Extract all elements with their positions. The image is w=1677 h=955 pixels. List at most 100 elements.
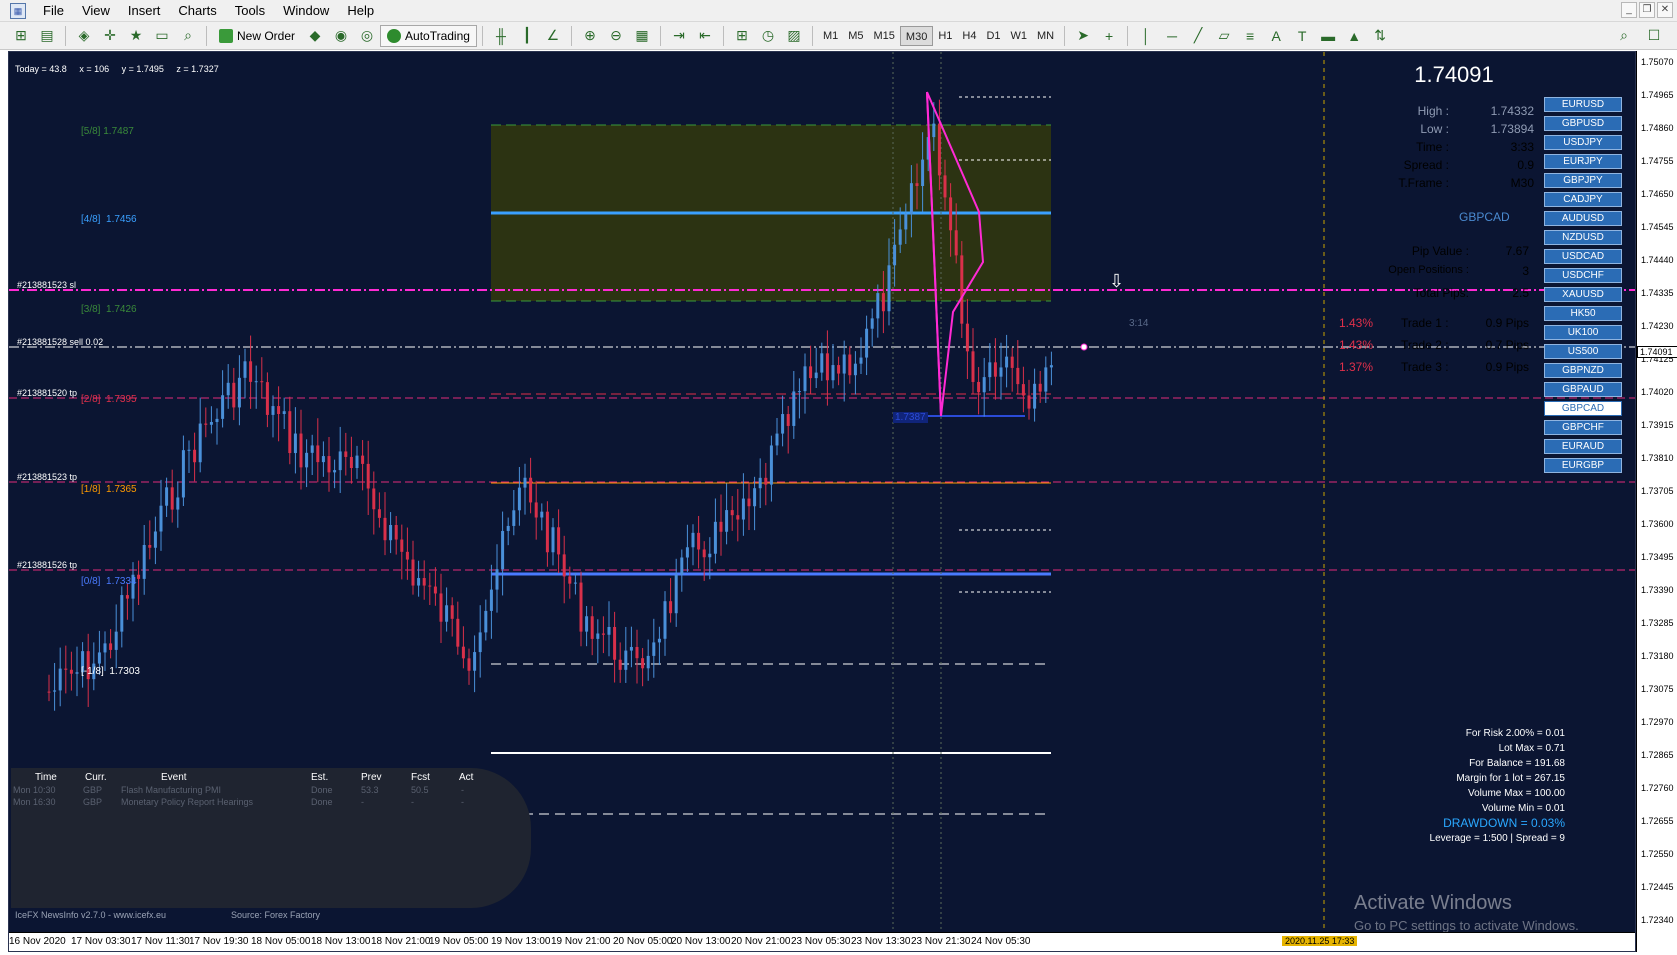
market-watch-icon[interactable]: ◈	[73, 25, 95, 47]
new-order-button[interactable]: New Order	[212, 25, 302, 47]
menu-insert[interactable]: Insert	[119, 1, 170, 21]
candle-body	[753, 488, 757, 507]
indicators-icon[interactable]: ⊞	[731, 25, 753, 47]
crosshair-icon[interactable]: +	[1098, 25, 1120, 47]
symbol-button-eurgbp[interactable]: EURGBP	[1544, 458, 1622, 473]
candle-body	[321, 456, 325, 463]
channel-icon[interactable]: ▱	[1213, 25, 1235, 47]
rectangle-icon[interactable]: ▬	[1317, 25, 1339, 47]
symbol-button-gbpusd[interactable]: GBPUSD	[1544, 116, 1622, 131]
chat-icon[interactable]: ☐	[1643, 25, 1665, 47]
symbol-button-nzdusd[interactable]: NZDUSD	[1544, 230, 1622, 245]
line-chart-icon[interactable]: ∠	[542, 25, 564, 47]
menu-file[interactable]: File	[34, 1, 73, 21]
candle-body	[859, 357, 863, 364]
tf-h1[interactable]: H1	[933, 26, 957, 46]
minimize-icon[interactable]: _	[1621, 2, 1637, 18]
menu-view[interactable]: View	[73, 1, 119, 21]
meta-editor-icon[interactable]: ◆	[304, 25, 326, 47]
symbol-button-gbpjpy[interactable]: GBPJPY	[1544, 173, 1622, 188]
menu-charts[interactable]: Charts	[169, 1, 225, 21]
news-footer-left[interactable]: IceFX NewsInfo v2.7.0 - www.icefx.eu	[15, 910, 166, 920]
triangle-icon[interactable]: ▲	[1343, 25, 1365, 47]
tf-d1[interactable]: D1	[981, 26, 1005, 46]
price-tick-label: 1.74230	[1641, 321, 1674, 331]
signals-icon[interactable]: ◉	[330, 25, 352, 47]
tf-w1[interactable]: W1	[1006, 26, 1033, 46]
symbol-button-gbpnzd[interactable]: GBPNZD	[1544, 363, 1622, 378]
tf-m5[interactable]: M5	[843, 26, 868, 46]
search-icon[interactable]: ⌕	[1613, 25, 1635, 47]
symbol-button-gbpcad[interactable]: GBPCAD	[1544, 401, 1622, 416]
tile-windows-icon[interactable]: ▦	[631, 25, 653, 47]
tf-m30[interactable]: M30	[899, 25, 934, 46]
symbol-button-audusd[interactable]: AUDUSD	[1544, 211, 1622, 226]
refresh-icon[interactable]: ◎	[356, 25, 378, 47]
symbol-button-usdchf[interactable]: USDCHF	[1544, 268, 1622, 283]
text-label-icon[interactable]: T	[1291, 25, 1313, 47]
symbol-button-usdjpy[interactable]: USDJPY	[1544, 135, 1622, 150]
order-tag-tp-2[interactable]: #213881523 tp	[17, 472, 77, 482]
symbol-button-uk100[interactable]: UK100	[1544, 325, 1622, 340]
tf-h4[interactable]: H4	[957, 26, 981, 46]
profiles-icon[interactable]: ▤	[36, 25, 58, 47]
news-col-prev: Prev	[361, 772, 382, 783]
zoom-out-icon[interactable]: ⊖	[605, 25, 627, 47]
symbol-button-hk50[interactable]: HK50	[1544, 306, 1622, 321]
order-tag-tp-1[interactable]: #213881520 tp	[17, 388, 77, 398]
menu-window[interactable]: Window	[274, 1, 338, 21]
symbol-button-euraud[interactable]: EURAUD	[1544, 439, 1622, 454]
autotrading-button[interactable]: AutoTrading	[380, 24, 477, 47]
candle-body	[691, 532, 695, 548]
zoom-in-icon[interactable]: ⊕	[579, 25, 601, 47]
candle-body	[876, 293, 880, 319]
candle-body	[551, 527, 555, 553]
tf-m1[interactable]: M1	[818, 26, 843, 46]
templates-icon[interactable]: ▨	[783, 25, 805, 47]
candlestick-icon[interactable]: ┃	[516, 25, 538, 47]
symbol-button-gbpchf[interactable]: GBPCHF	[1544, 420, 1622, 435]
order-tag-tp-3[interactable]: #213881526 tp	[17, 560, 77, 570]
order-tag-sell[interactable]: #213881528 sell 0.02	[17, 337, 103, 347]
strategy-tester-icon[interactable]: ⌕	[177, 25, 199, 47]
candle-body	[170, 487, 174, 510]
vertical-line-icon[interactable]: │	[1135, 25, 1157, 47]
text-icon[interactable]: A	[1265, 25, 1287, 47]
terminal-icon[interactable]: ▭	[151, 25, 173, 47]
symbol-button-eurusd[interactable]: EURUSD	[1544, 97, 1622, 112]
symbol-button-usdcad[interactable]: USDCAD	[1544, 249, 1622, 264]
order-tag-sl[interactable]: #213881523 sl	[17, 280, 76, 290]
cursor-icon[interactable]: ➤	[1072, 25, 1094, 47]
periods-icon[interactable]: ◷	[757, 25, 779, 47]
candle-body	[663, 601, 667, 639]
candle-body	[232, 382, 236, 408]
navigator-icon[interactable]: ★	[125, 25, 147, 47]
symbol-button-eurjpy[interactable]: EURJPY	[1544, 154, 1622, 169]
trendline-icon[interactable]: ╱	[1187, 25, 1209, 47]
toolbar-separator	[1064, 25, 1066, 46]
candle-body	[501, 530, 505, 570]
time-tick-label: 18 Nov 13:00	[311, 936, 371, 947]
menu-tools[interactable]: Tools	[226, 1, 274, 21]
restore-icon[interactable]: ❐	[1639, 2, 1655, 18]
chart-shift-icon[interactable]: ⇤	[694, 25, 716, 47]
candle-body	[422, 578, 426, 586]
bar-chart-icon[interactable]: ╫	[490, 25, 512, 47]
symbol-button-us500[interactable]: US500	[1544, 344, 1622, 359]
symbol-button-gbpaud[interactable]: GBPAUD	[1544, 382, 1622, 397]
symbol-button-cadjpy[interactable]: CADJPY	[1544, 192, 1622, 207]
risk-info: For Risk 2.00% = 0.01	[1465, 728, 1565, 739]
data-window-icon[interactable]: ✛	[99, 25, 121, 47]
tf-mn[interactable]: MN	[1032, 26, 1059, 46]
price-chart[interactable]: Today = 43.8 x = 106 y = 1.7495 z = 1.73…	[8, 51, 1636, 952]
horizontal-line-icon[interactable]: ─	[1161, 25, 1183, 47]
auto-scroll-icon[interactable]: ⇥	[668, 25, 690, 47]
price-axis[interactable]: 1.75070 1.74965 1.74860 1.74755 1.74650 1.745…	[1636, 51, 1677, 952]
tf-m15[interactable]: M15	[869, 26, 900, 46]
arrows-icon[interactable]: ⇅	[1369, 25, 1391, 47]
symbol-button-xauusd[interactable]: XAUUSD	[1544, 287, 1622, 302]
new-chart-icon[interactable]: ⊞	[10, 25, 32, 47]
menu-help[interactable]: Help	[338, 1, 383, 21]
close-icon[interactable]: ✕	[1657, 2, 1673, 18]
fibonacci-icon[interactable]: ≡	[1239, 25, 1261, 47]
